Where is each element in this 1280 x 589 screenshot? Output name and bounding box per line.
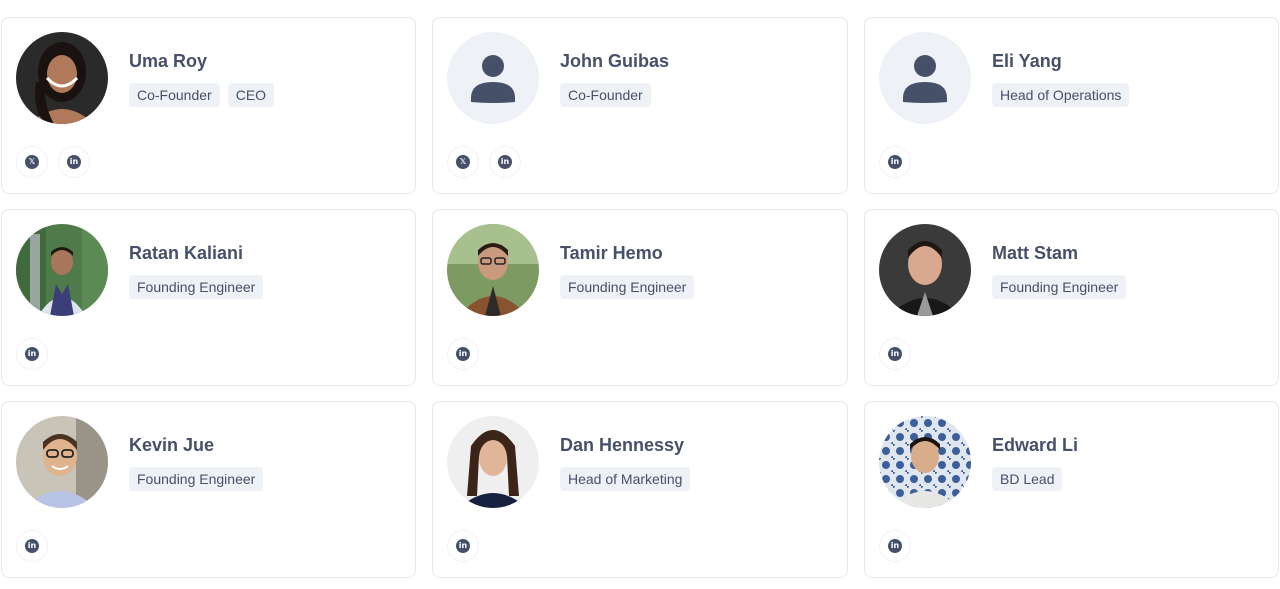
linkedin-icon: in xyxy=(888,155,902,169)
member-tags: Head of Operations xyxy=(992,83,1130,107)
x-icon: 𝕏 xyxy=(25,155,39,169)
avatar-placeholder xyxy=(447,32,539,124)
linkedin-link[interactable]: in xyxy=(879,146,911,178)
avatar-photo xyxy=(447,416,539,508)
social-links: in xyxy=(16,530,48,562)
x-link[interactable]: 𝕏 xyxy=(447,146,479,178)
role-tag: Co-Founder xyxy=(560,83,651,107)
member-name: Dan Hennessy xyxy=(560,435,685,455)
linkedin-link[interactable]: in xyxy=(16,338,48,370)
linkedin-icon: in xyxy=(498,155,512,169)
member-tags: Co-Founder xyxy=(560,83,651,107)
linkedin-icon: in xyxy=(888,539,902,553)
role-tag: BD Lead xyxy=(992,467,1063,491)
x-icon: 𝕏 xyxy=(456,155,470,169)
social-links: in xyxy=(16,338,48,370)
team-member-card: Uma Roy Co-Founder CEO 𝕏 in xyxy=(1,17,416,194)
linkedin-link[interactable]: in xyxy=(58,146,90,178)
member-name: Kevin Jue xyxy=(129,435,215,455)
role-tag: Founding Engineer xyxy=(129,467,264,491)
linkedin-icon: in xyxy=(25,347,39,361)
member-name: Edward Li xyxy=(992,435,1079,455)
linkedin-link[interactable]: in xyxy=(879,338,911,370)
role-tag: Head of Operations xyxy=(992,83,1130,107)
linkedin-link[interactable]: in xyxy=(447,530,479,562)
member-tags: BD Lead xyxy=(992,467,1063,491)
x-link[interactable]: 𝕏 xyxy=(16,146,48,178)
avatar-photo xyxy=(879,224,971,316)
linkedin-icon: in xyxy=(456,539,470,553)
avatar-placeholder xyxy=(879,32,971,124)
linkedin-icon: in xyxy=(67,155,81,169)
linkedin-link[interactable]: in xyxy=(879,530,911,562)
social-links: 𝕏 in xyxy=(16,146,90,178)
member-tags: Founding Engineer xyxy=(560,275,695,299)
avatar-photo xyxy=(16,416,108,508)
team-member-card: Matt Stam Founding Engineer in xyxy=(864,209,1279,386)
avatar-photo xyxy=(879,416,971,508)
role-tag: Founding Engineer xyxy=(560,275,695,299)
member-tags: Founding Engineer xyxy=(992,275,1127,299)
linkedin-icon: in xyxy=(888,347,902,361)
avatar-photo xyxy=(447,224,539,316)
avatar-photo xyxy=(16,32,108,124)
team-member-card: Ratan Kaliani Founding Engineer in xyxy=(1,209,416,386)
member-name: Ratan Kaliani xyxy=(129,243,244,263)
team-grid: Uma Roy Co-Founder CEO 𝕏 in John Guibas … xyxy=(1,17,1279,578)
member-tags: Head of Marketing xyxy=(560,467,691,491)
social-links: in xyxy=(879,530,911,562)
social-links: in xyxy=(447,530,479,562)
linkedin-link[interactable]: in xyxy=(447,338,479,370)
role-tag: CEO xyxy=(227,83,275,107)
member-name: Tamir Hemo xyxy=(560,243,663,263)
member-tags: Co-Founder CEO xyxy=(129,83,275,107)
linkedin-icon: in xyxy=(456,347,470,361)
role-tag: Founding Engineer xyxy=(992,275,1127,299)
team-member-card: Edward Li BD Lead in xyxy=(864,401,1279,578)
member-name: Eli Yang xyxy=(992,51,1062,71)
social-links: 𝕏 in xyxy=(447,146,521,178)
linkedin-link[interactable]: in xyxy=(16,530,48,562)
member-name: Uma Roy xyxy=(129,51,208,71)
role-tag: Head of Marketing xyxy=(560,467,691,491)
team-member-card: Dan Hennessy Head of Marketing in xyxy=(432,401,848,578)
member-tags: Founding Engineer xyxy=(129,467,264,491)
linkedin-icon: in xyxy=(25,539,39,553)
team-member-card: Kevin Jue Founding Engineer in xyxy=(1,401,416,578)
role-tag: Co-Founder xyxy=(129,83,220,107)
social-links: in xyxy=(879,146,911,178)
social-links: in xyxy=(447,338,479,370)
team-member-card: Eli Yang Head of Operations in xyxy=(864,17,1279,194)
social-links: in xyxy=(879,338,911,370)
member-tags: Founding Engineer xyxy=(129,275,264,299)
member-name: Matt Stam xyxy=(992,243,1079,263)
linkedin-link[interactable]: in xyxy=(489,146,521,178)
member-name: John Guibas xyxy=(560,51,670,71)
role-tag: Founding Engineer xyxy=(129,275,264,299)
avatar-photo xyxy=(16,224,108,316)
team-member-card: John Guibas Co-Founder 𝕏 in xyxy=(432,17,848,194)
team-member-card: Tamir Hemo Founding Engineer in xyxy=(432,209,848,386)
